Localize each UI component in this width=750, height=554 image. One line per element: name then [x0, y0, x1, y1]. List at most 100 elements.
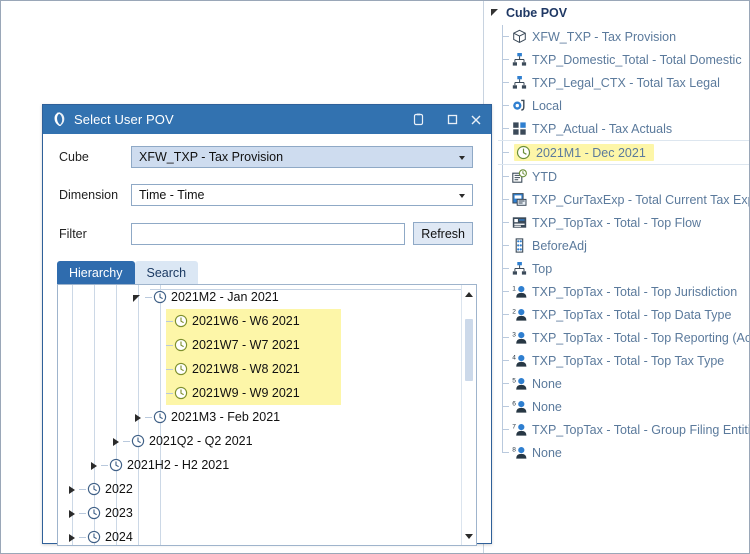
pov-item-label: TXP_TopTax - Total - Top Tax Type — [532, 353, 725, 368]
expand-triangle-icon[interactable] — [490, 7, 502, 19]
tree-node[interactable]: 2024 — [58, 525, 461, 545]
tree-node-label: 2021M3 - Feb 2021 — [171, 410, 281, 424]
ud4-icon: 4 — [512, 353, 527, 368]
expand-arrow-icon[interactable] — [88, 459, 101, 472]
pov-item[interactable]: TXP_Legal_CTX - Total Tax Legal — [498, 71, 749, 94]
tree-node-label: 2021W9 - W9 2021 — [192, 386, 300, 400]
pov-item-label: TXP_CurTaxExp - Total Current Tax Expen — [532, 192, 750, 207]
tree-connector — [101, 464, 108, 466]
clock-icon — [87, 530, 101, 544]
pov-item[interactable]: TXP_CurTaxExp - Total Current Tax Expen — [498, 188, 750, 211]
scroll-down-arrow-icon[interactable] — [462, 529, 476, 543]
pov-item[interactable]: 2 TXP_TopTax - Total - Top Data Type — [498, 303, 749, 326]
cube-select[interactable]: XFW_TXP - Tax Provision — [131, 146, 473, 168]
scrollbar-thumb[interactable] — [465, 319, 473, 381]
pov-item-label: TXP_TopTax - Total - Top Jurisdiction — [532, 284, 738, 299]
collapse-arrow-icon[interactable] — [132, 291, 145, 304]
tree-connector — [166, 320, 173, 322]
scroll-up-arrow-icon[interactable] — [462, 287, 476, 301]
tree-node[interactable]: 2021W6 - W6 2021 — [166, 309, 341, 333]
hierarchy-tree-panel: 2021M2 - Jan 2021 2021W6 - W6 2021 2021W7 … — [57, 284, 477, 546]
tree-node[interactable]: 2021H2 - H2 2021 — [58, 453, 461, 477]
tab-hierarchy[interactable]: Hierarchy — [57, 261, 135, 284]
clock-icon — [516, 145, 531, 160]
dimension-label: Dimension — [59, 188, 119, 202]
pov-item[interactable]: 1 TXP_TopTax - Total - Top Jurisdiction — [498, 280, 749, 303]
cube-icon — [512, 29, 527, 44]
dialog-title: Select User POV — [74, 112, 174, 127]
pov-item-label: TXP_TopTax - Total - Top Flow — [532, 215, 702, 230]
hierarchy-icon — [512, 75, 527, 90]
pov-item[interactable]: XFW_TXP - Tax Provision — [498, 25, 749, 48]
dimension-select[interactable]: Time - Time — [131, 184, 473, 206]
expand-arrow-icon[interactable] — [66, 531, 79, 544]
pov-item-label: YTD — [532, 169, 557, 184]
tree-connector — [123, 440, 130, 442]
onestream-logo-icon — [51, 111, 68, 128]
chevron-down-icon[interactable] — [459, 156, 465, 160]
tree-node[interactable]: 2022 — [58, 477, 461, 501]
tree-node-label: 2021W6 - W6 2021 — [192, 314, 300, 328]
expand-arrow-icon[interactable] — [66, 483, 79, 496]
tab-search[interactable]: Search — [134, 261, 199, 284]
cube-pov-panel: Cube POV XFW_TXP - Tax Provision TXP_Dome… — [483, 1, 750, 553]
pov-item[interactable]: 4 TXP_TopTax - Total - Top Tax Type — [498, 349, 749, 372]
pov-item[interactable]: 3 TXP_TopTax - Total - Top Reporting (Acc — [498, 326, 749, 349]
select-user-pov-dialog: Select User POV Cube XFW_TXP - Tax Provi… — [42, 104, 492, 546]
tree-node-label: 2021Q2 - Q2 2021 — [149, 434, 253, 448]
tree-node[interactable]: 2023 — [58, 501, 461, 525]
tree-node[interactable]: 2021M3 - Feb 2021 — [58, 405, 461, 429]
chevron-down-icon[interactable] — [459, 194, 465, 198]
tree-node[interactable]: 2021M2 - Jan 2021 — [58, 285, 461, 309]
pov-item[interactable]: 2021M1 - Dec 2021 — [498, 140, 749, 165]
refresh-button[interactable]: Refresh — [413, 222, 473, 245]
pov-item-label: Local — [532, 98, 562, 113]
pov-item[interactable]: TXP_Actual - Tax Actuals — [498, 117, 749, 140]
pin-icon[interactable] — [407, 109, 429, 131]
close-icon[interactable] — [465, 109, 487, 131]
svg-text:8: 8 — [512, 446, 516, 453]
filter-row: Filter Refresh — [59, 222, 473, 245]
svg-text:7: 7 — [512, 423, 516, 430]
tree-node[interactable]: 2021W8 - W8 2021 — [166, 357, 341, 381]
clock-icon — [153, 410, 167, 424]
pov-item[interactable]: 5 None — [498, 372, 749, 395]
dialog-tabs: Hierarchy Search — [57, 261, 491, 284]
tree-connector — [79, 488, 86, 490]
pov-item-label: XFW_TXP - Tax Provision — [532, 29, 677, 44]
tree-node-label: 2024 — [105, 530, 133, 544]
tree-node[interactable]: 2021W9 - W9 2021 — [166, 381, 341, 405]
cube-select-value: XFW_TXP - Tax Provision — [139, 150, 284, 164]
clock-icon — [87, 482, 101, 496]
tree-scrollbar[interactable] — [461, 285, 476, 545]
pov-item[interactable]: YTD — [498, 165, 749, 188]
pov-item[interactable]: TXP_Domestic_Total - Total Domestic — [498, 48, 749, 71]
tree-connector — [166, 344, 173, 346]
tree-node[interactable]: 2021W7 - W7 2021 — [166, 333, 341, 357]
svg-text:1: 1 — [512, 285, 516, 292]
expand-arrow-icon[interactable] — [132, 411, 145, 424]
pov-item-label: TXP_Legal_CTX - Total Tax Legal — [532, 75, 720, 90]
filter-input[interactable] — [131, 222, 406, 245]
pov-item[interactable]: Local — [498, 94, 749, 117]
svg-text:6: 6 — [512, 400, 516, 407]
cube-pov-root[interactable]: Cube POV — [484, 1, 749, 25]
maximize-icon[interactable] — [441, 109, 463, 131]
pov-item[interactable]: TXP_TopTax - Total - Top Flow — [498, 211, 749, 234]
expand-arrow-icon[interactable] — [66, 507, 79, 520]
dialog-titlebar: Select User POV — [43, 105, 491, 134]
pov-item[interactable]: 6 None — [498, 395, 749, 418]
hierarchy-icon — [512, 261, 527, 276]
clock-icon — [87, 506, 101, 520]
tree-node[interactable]: 2021Q2 - Q2 2021 — [58, 429, 461, 453]
pov-item[interactable]: 7 TXP_TopTax - Total - Group Filing Entit… — [498, 418, 749, 441]
filter-label: Filter — [59, 226, 87, 241]
expand-arrow-icon[interactable] — [110, 435, 123, 448]
pov-item[interactable]: BeforeAdj — [498, 234, 749, 257]
pov-item-label: TXP_TopTax - Total - Top Data Type — [532, 307, 732, 322]
ud7-icon: 7 — [512, 422, 527, 437]
dimension-row: Dimension Time - Time — [59, 184, 473, 206]
tree-connector — [145, 416, 152, 418]
pov-item[interactable]: Top — [498, 257, 749, 280]
pov-item[interactable]: 8 None — [498, 441, 749, 464]
